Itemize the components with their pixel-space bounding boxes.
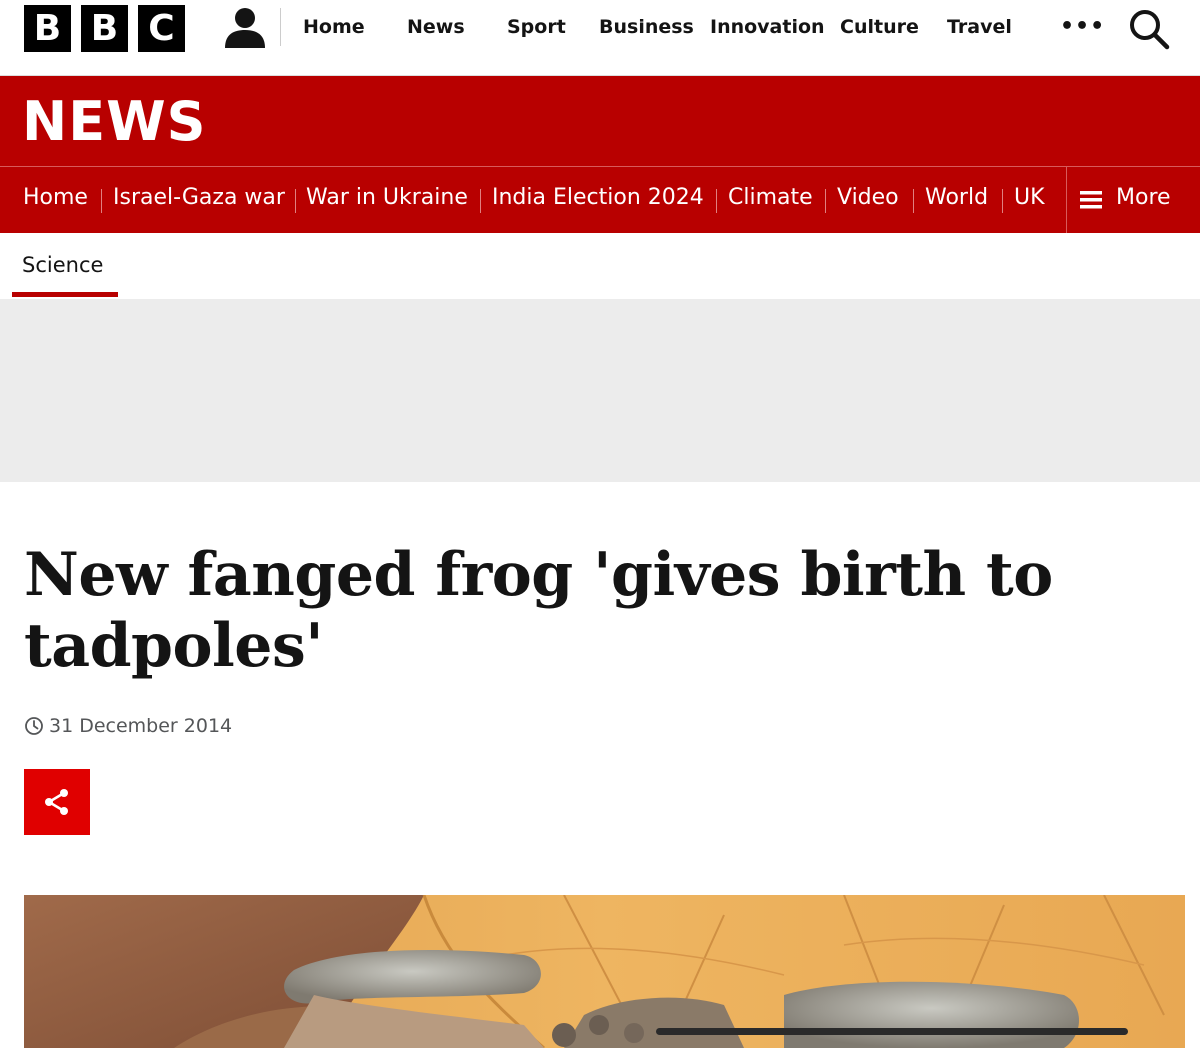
nav-separator — [101, 189, 102, 213]
section-nav-ukraine[interactable]: War in Ukraine — [306, 185, 468, 210]
share-button[interactable] — [24, 769, 90, 835]
section-nav-uk[interactable]: UK — [1014, 185, 1045, 210]
user-icon[interactable] — [222, 4, 268, 50]
article-lead-image — [24, 895, 1185, 1048]
section-nav-more[interactable]: More — [1066, 167, 1200, 233]
masthead-divider — [280, 8, 281, 46]
section-nav-home[interactable]: Home — [23, 185, 88, 210]
top-nav-home[interactable]: Home — [303, 16, 365, 38]
article-date: 31 December 2014 — [49, 715, 233, 737]
frog-photo — [24, 895, 1185, 1048]
clock-icon — [25, 717, 43, 735]
nav-separator — [480, 189, 481, 213]
section-nav-world[interactable]: World — [925, 185, 988, 210]
section-nav-india-election[interactable]: India Election 2024 — [492, 185, 704, 210]
nav-separator — [913, 189, 914, 213]
bbc-masthead: B B C Home News Sport Business Innovatio… — [0, 0, 1200, 76]
news-logo[interactable]: NEWS — [22, 90, 207, 153]
image-scrollbar[interactable] — [656, 1028, 1128, 1035]
ad-placeholder — [0, 299, 1200, 482]
top-nav-sport[interactable]: Sport — [507, 16, 566, 38]
section-nav-video[interactable]: Video — [837, 185, 899, 210]
top-nav-business[interactable]: Business — [599, 16, 694, 38]
top-nav-culture[interactable]: Culture — [840, 16, 919, 38]
section-nav: Home Israel-Gaza war War in Ukraine Indi… — [0, 166, 1200, 233]
news-banner: NEWS — [0, 76, 1200, 166]
ellipsis-icon[interactable]: ••• — [1060, 14, 1105, 39]
bbc-logo-letter: B — [81, 5, 128, 52]
top-nav-news[interactable]: News — [407, 16, 465, 38]
nav-separator — [1002, 189, 1003, 213]
top-nav-innovation[interactable]: Innovation — [710, 16, 825, 38]
article-dateline: 31 December 2014 — [24, 715, 232, 737]
nav-separator — [295, 189, 296, 213]
tab-science[interactable]: Science — [22, 253, 103, 277]
section-nav-israel-gaza[interactable]: Israel-Gaza war — [113, 185, 285, 210]
section-nav-climate[interactable]: Climate — [728, 185, 813, 210]
sub-nav: Science — [0, 233, 1200, 299]
menu-icon — [1080, 191, 1102, 209]
bbc-logo-letter: B — [24, 5, 71, 52]
nav-separator — [716, 189, 717, 213]
nav-separator — [825, 189, 826, 213]
share-icon — [45, 789, 68, 815]
active-tab-indicator — [12, 292, 118, 297]
article-headline: New fanged frog 'gives birth to tadpoles… — [24, 540, 1053, 681]
top-nav-travel[interactable]: Travel — [947, 16, 1012, 38]
bbc-logo-letter: C — [138, 5, 185, 52]
search-icon[interactable] — [1128, 8, 1170, 50]
more-label: More — [1116, 185, 1171, 210]
bbc-logo[interactable]: B B C — [24, 5, 185, 52]
